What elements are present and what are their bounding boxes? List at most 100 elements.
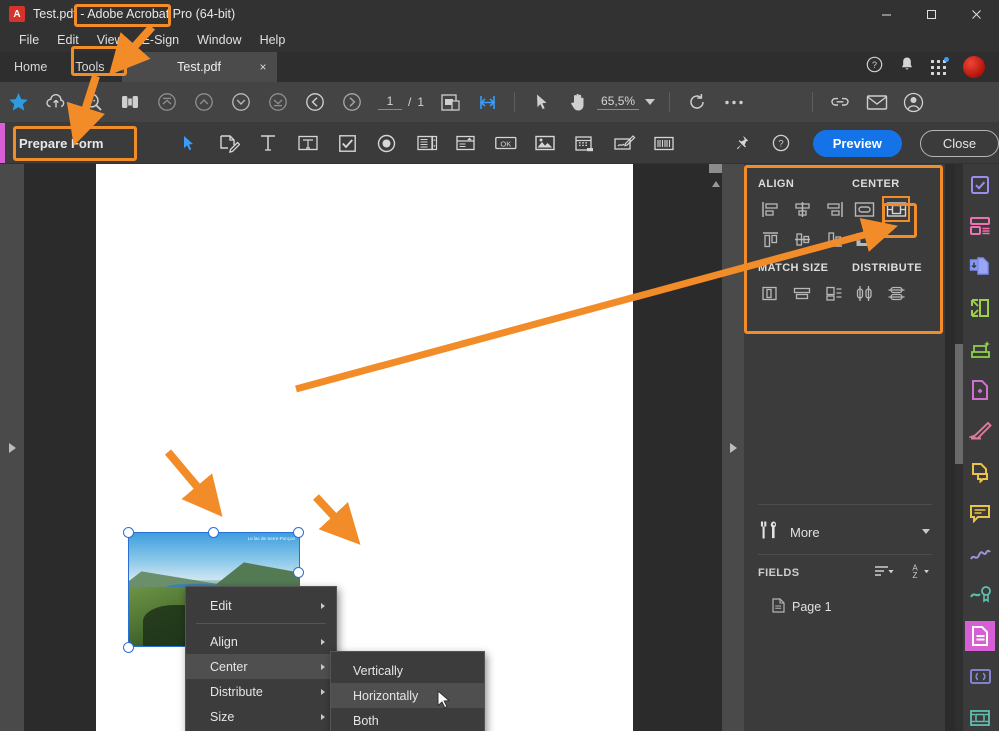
- sort-order-icon[interactable]: [874, 564, 896, 583]
- highlight-tools-tab: [71, 46, 127, 76]
- resize-handle-mr[interactable]: [293, 567, 304, 578]
- chevron-down-icon[interactable]: [922, 529, 930, 534]
- svg-text:Z: Z: [913, 571, 918, 579]
- text-icon[interactable]: [249, 123, 289, 163]
- fields-tree-item-page1[interactable]: Page 1: [772, 598, 832, 616]
- context-menu-item-align[interactable]: Align: [186, 629, 336, 654]
- rail-fill-and-sign-icon[interactable]: [965, 539, 995, 569]
- signature-field-icon[interactable]: [605, 123, 645, 163]
- resize-handle-tr[interactable]: [293, 527, 304, 538]
- select-object-icon[interactable]: [169, 123, 209, 163]
- cloud-upload-icon[interactable]: [37, 82, 74, 123]
- rail-crop-pages-icon[interactable]: [965, 293, 995, 323]
- tab-home[interactable]: Home: [0, 52, 61, 82]
- left-panel-toggle[interactable]: [0, 164, 24, 731]
- sort-alpha-icon[interactable]: AZ: [910, 563, 932, 584]
- context-menu-label-align: Align: [210, 634, 238, 649]
- select-tool-icon[interactable]: [523, 82, 560, 123]
- page-thumbnail-icon[interactable]: [432, 82, 469, 123]
- vertical-scrollbar[interactable]: [709, 164, 722, 731]
- close-form-button[interactable]: Close: [919, 129, 999, 157]
- rail-organize-pages-icon[interactable]: [965, 375, 995, 405]
- page-down-icon[interactable]: [222, 82, 259, 123]
- mail-icon[interactable]: [858, 82, 895, 123]
- context-menu-label-edit: Edit: [210, 598, 232, 613]
- radio-button-icon[interactable]: [367, 123, 407, 163]
- close-button[interactable]: [954, 0, 999, 28]
- submenu-item-horizontally[interactable]: Horizontally: [331, 683, 484, 708]
- more-options-icon[interactable]: [715, 82, 752, 123]
- rail-certificates-icon[interactable]: [965, 580, 995, 610]
- rail-prepare-form-checkbox-icon[interactable]: [965, 170, 995, 200]
- rail-enhance-scans-icon[interactable]: [965, 334, 995, 364]
- list-box-icon[interactable]: [407, 123, 447, 163]
- resize-handle-tc[interactable]: [208, 527, 219, 538]
- barcode-field-icon[interactable]: [644, 123, 684, 163]
- last-page-icon[interactable]: [259, 82, 296, 123]
- checkbox-field-icon[interactable]: [328, 123, 368, 163]
- page-number-input[interactable]: 1: [378, 94, 402, 110]
- back-arrow-icon[interactable]: [296, 82, 333, 123]
- hand-tool-icon[interactable]: [560, 82, 597, 123]
- link-icon[interactable]: [821, 82, 858, 123]
- scroll-up-arrow[interactable]: [712, 181, 720, 187]
- help-icon[interactable]: ?: [866, 56, 883, 78]
- context-menu-label-center: Center: [210, 659, 248, 674]
- maximize-button[interactable]: [909, 0, 954, 28]
- image-field-icon[interactable]: [525, 123, 565, 163]
- rail-javascript-icon[interactable]: [965, 662, 995, 692]
- rail-rich-media-icon[interactable]: [965, 703, 995, 731]
- context-menu-item-distribute[interactable]: Distribute: [186, 679, 336, 704]
- page-up-icon[interactable]: [185, 82, 222, 123]
- rail-export-pdf-icon[interactable]: [965, 252, 995, 282]
- notification-dot: [944, 57, 949, 62]
- first-page-icon[interactable]: [148, 82, 185, 123]
- menu-help[interactable]: Help: [251, 30, 295, 50]
- add-field-icon[interactable]: [209, 123, 249, 163]
- rail-scrollbar[interactable]: [955, 164, 963, 731]
- rail-scrollbar-thumb[interactable]: [955, 344, 963, 464]
- more-tools-row[interactable]: More: [758, 516, 932, 548]
- help-icon[interactable]: ?: [761, 123, 801, 163]
- date-field-icon[interactable]: [565, 123, 605, 163]
- preview-button[interactable]: Preview: [812, 129, 902, 157]
- close-icon[interactable]: ×: [260, 60, 267, 74]
- submenu-item-both[interactable]: Both: [331, 708, 484, 731]
- zoom-level-display[interactable]: 65,5%: [597, 94, 640, 110]
- button-field-icon[interactable]: OK: [486, 123, 526, 163]
- account-icon[interactable]: [895, 82, 932, 123]
- rail-edit-pdf-icon[interactable]: [965, 416, 995, 446]
- right-panel-toggle[interactable]: [722, 164, 744, 731]
- notifications-icon[interactable]: [899, 56, 915, 78]
- binoculars-icon[interactable]: [111, 82, 148, 123]
- forward-arrow-icon[interactable]: [333, 82, 370, 123]
- tab-document[interactable]: Test.pdf ×: [121, 52, 277, 82]
- context-menu-item-center[interactable]: Center: [186, 654, 336, 679]
- rail-prepare-form-icon[interactable]: [965, 621, 995, 651]
- submenu-item-vertically[interactable]: Vertically: [331, 658, 484, 683]
- chevron-right-icon: [321, 638, 325, 645]
- apps-grid-icon[interactable]: [931, 57, 949, 76]
- menu-esign[interactable]: E-Sign: [133, 30, 189, 50]
- context-menu-item-edit[interactable]: Edit: [186, 593, 336, 618]
- rail-create-pdf-icon[interactable]: [965, 211, 995, 241]
- pin-icon[interactable]: [722, 123, 762, 163]
- fit-width-icon[interactable]: [469, 82, 506, 123]
- search-icon[interactable]: [74, 82, 111, 123]
- rail-comment-icon[interactable]: [965, 498, 995, 528]
- text-field-icon[interactable]: [288, 123, 328, 163]
- context-menu-item-size[interactable]: Size: [186, 704, 336, 729]
- scrollbar-thumb[interactable]: [709, 164, 722, 173]
- menu-window[interactable]: Window: [188, 30, 250, 50]
- minimize-button[interactable]: [864, 0, 909, 28]
- chevron-right-icon: [321, 602, 325, 609]
- resize-handle-bl[interactable]: [123, 642, 134, 653]
- rotate-icon[interactable]: [678, 82, 715, 123]
- menu-file[interactable]: File: [10, 30, 48, 50]
- star-icon[interactable]: [0, 82, 37, 123]
- user-avatar[interactable]: [963, 56, 985, 78]
- rail-add-comment-icon[interactable]: [965, 457, 995, 487]
- resize-handle-tl[interactable]: [123, 527, 134, 538]
- dropdown-field-icon[interactable]: [446, 123, 486, 163]
- chevron-down-icon[interactable]: [639, 82, 661, 123]
